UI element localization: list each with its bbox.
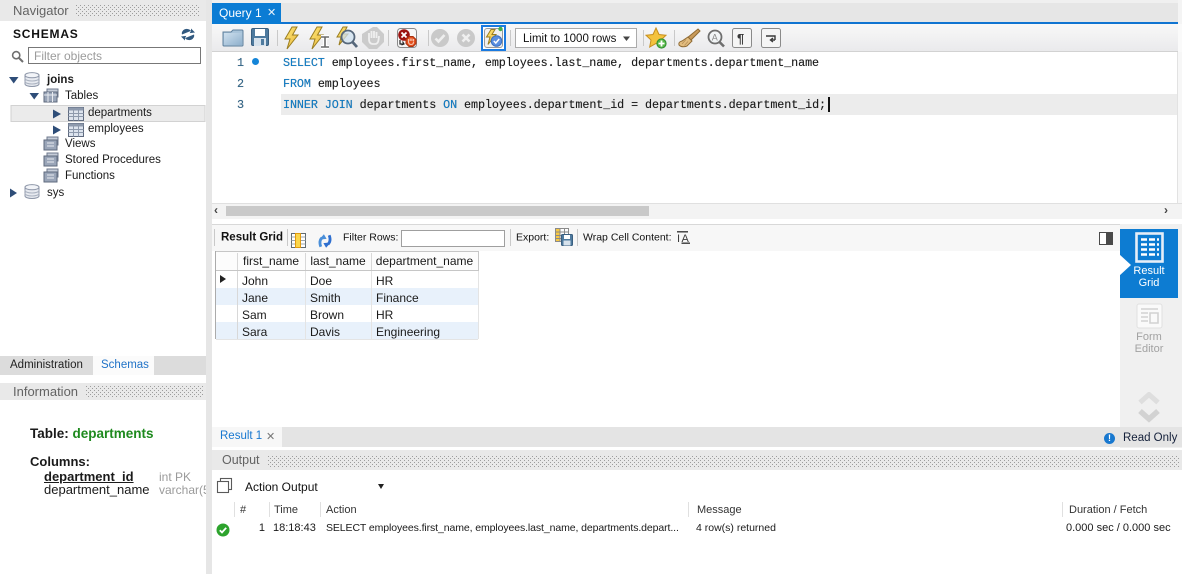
svg-text:A: A bbox=[712, 33, 718, 43]
svg-text:Limit to 1000 rows: Limit to 1000 rows bbox=[523, 33, 617, 45]
svg-text:Filter Rows:: Filter Rows: bbox=[343, 232, 398, 244]
svg-text:Export:: Export: bbox=[516, 232, 549, 244]
svg-text:Wrap Cell Content:: Wrap Cell Content: bbox=[583, 232, 672, 244]
svg-text:¶: ¶ bbox=[737, 31, 744, 46]
svg-text:Result Grid: Result Grid bbox=[221, 232, 283, 244]
svg-text:I: I bbox=[677, 233, 680, 245]
